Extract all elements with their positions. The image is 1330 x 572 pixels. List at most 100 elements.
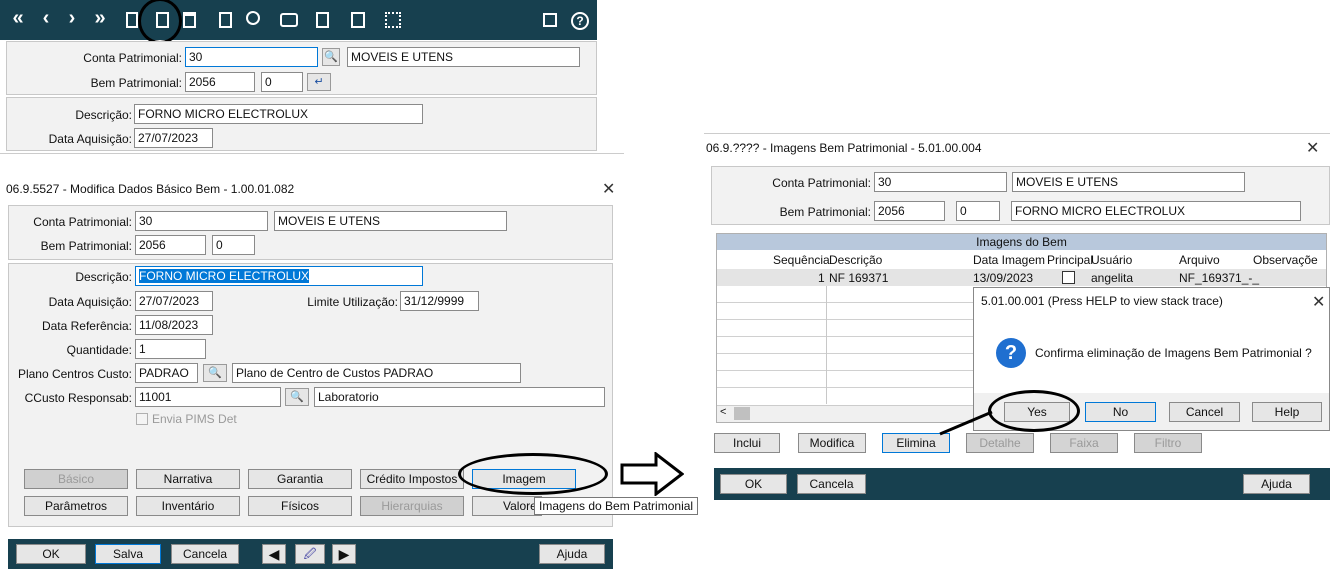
right-bem-label: Bem Patrimonial: [779, 205, 871, 219]
left-dialog-close-icon[interactable]: ✕ [602, 179, 615, 199]
first-record-icon[interactable]: « [6, 8, 30, 28]
last-record-icon[interactable]: » [88, 8, 112, 28]
document-icon[interactable] [219, 12, 232, 28]
help-icon[interactable]: ? [571, 12, 589, 30]
help-button[interactable]: Help [1252, 402, 1322, 422]
right-dialog-close-icon[interactable]: ✕ [1306, 138, 1319, 158]
left-descricao-field[interactable]: FORNO MICRO ELECTROLUX [135, 266, 423, 286]
no-button[interactable]: No [1085, 402, 1156, 422]
col-arquivo[interactable]: Arquivo [1179, 253, 1220, 267]
bg-conta-search-button[interactable]: 🔍 [322, 48, 340, 66]
tab-basico[interactable]: Básico [24, 469, 128, 489]
row-descricao: NF 169371 [829, 271, 889, 285]
col-usuario[interactable]: Usuário [1091, 253, 1132, 267]
tab-valores[interactable]: Valore [472, 496, 542, 516]
cancel-button[interactable]: Cancel [1169, 402, 1240, 422]
left-data-aquisicao-label: Data Aquisição: [48, 295, 132, 309]
col-principal[interactable]: Principal [1047, 253, 1093, 267]
flow-arrow-icon [620, 452, 684, 496]
message-box-close-icon[interactable]: ✕ [1312, 292, 1325, 312]
right-ok-button[interactable]: OK [720, 474, 787, 494]
filtro-button[interactable]: Filtro [1134, 433, 1202, 453]
bg-data-aquisicao-field[interactable]: 27/07/2023 [134, 128, 213, 148]
scroll-left-icon[interactable]: < [720, 406, 726, 418]
right-ajuda-button[interactable]: Ajuda [1243, 474, 1310, 494]
tab-garantia[interactable]: Garantia [248, 469, 352, 489]
col-descricao[interactable]: Descrição [829, 253, 882, 267]
question-icon: ? [996, 338, 1026, 368]
left-descricao-selected-text: FORNO MICRO ELECTROLUX [139, 269, 310, 283]
highlight-edit-icon [138, 0, 182, 44]
tooltip: Imagens do Bem Patrimonial [534, 497, 699, 515]
previous-record-icon[interactable]: ‹ [34, 8, 58, 28]
right-conta-field[interactable]: 30 [874, 172, 1007, 192]
grid-divider [826, 286, 827, 404]
left-limite-field[interactable]: 31/12/9999 [400, 291, 479, 311]
left-plano-label: Plano Centros Custo: [17, 367, 132, 381]
col-observacoes[interactable]: Observaçõe [1253, 253, 1318, 267]
delete-icon[interactable] [183, 12, 196, 28]
left-envia-checkbox[interactable] [136, 413, 148, 425]
left-ccusto-field[interactable]: 11001 [135, 387, 281, 407]
exit-icon[interactable] [543, 13, 557, 27]
left-limite-label: Limite Utilização: [307, 295, 398, 309]
left-ccusto-desc: Laboratorio [314, 387, 605, 407]
faixa-button[interactable]: Faixa [1050, 433, 1118, 453]
print-icon[interactable] [280, 13, 298, 27]
row-principal-checkbox[interactable] [1062, 271, 1075, 284]
prev-arrow-button[interactable]: ◀ [262, 544, 286, 564]
col-sequencia[interactable]: Sequência [773, 253, 830, 267]
image-icon[interactable] [351, 12, 365, 28]
tab-credito-impostos[interactable]: Crédito Impostos [360, 469, 464, 489]
left-data-aquisicao-field[interactable]: 27/07/2023 [135, 291, 213, 311]
search-icon[interactable] [246, 11, 260, 25]
building-icon[interactable] [385, 12, 401, 28]
left-quantidade-field[interactable]: 1 [135, 339, 206, 359]
left-ajuda-button[interactable]: Ajuda [539, 544, 605, 564]
tab-inventario[interactable]: Inventário [136, 496, 240, 516]
left-bem-field[interactable]: 2056 [135, 235, 206, 255]
bg-bem-seq-field[interactable]: 0 [261, 72, 303, 92]
images-grid-title: Imagens do Bem [717, 234, 1326, 250]
elimina-button[interactable]: Elimina [882, 433, 950, 453]
left-salva-button[interactable]: Salva [95, 544, 161, 564]
row-seq: 1 [818, 271, 825, 285]
left-plano-search-button[interactable]: 🔍 [203, 364, 227, 382]
detalhe-button[interactable]: Detalhe [966, 433, 1034, 453]
left-quantidade-label: Quantidade: [66, 343, 132, 357]
right-cancela-button[interactable]: Cancela [797, 474, 866, 494]
tab-hierarquias[interactable]: Hierarquias [360, 496, 464, 516]
message-text: Confirma eliminação de Imagens Bem Patri… [1035, 346, 1312, 360]
left-plano-field[interactable]: PADRAO [135, 363, 198, 383]
left-data-ref-field[interactable]: 11/08/2023 [135, 315, 213, 335]
left-bem-label: Bem Patrimonial: [40, 239, 132, 253]
bg-enter-button[interactable]: ↵ [307, 73, 331, 91]
tab-narrativa[interactable]: Narrativa [136, 469, 240, 489]
left-cancela-button[interactable]: Cancela [171, 544, 239, 564]
bg-descricao-field[interactable]: FORNO MICRO ELECTROLUX [134, 104, 423, 124]
next-arrow-button[interactable]: ▶ [332, 544, 356, 564]
tab-fisicos[interactable]: Físicos [248, 496, 352, 516]
right-bem-seq-field[interactable]: 0 [956, 201, 1000, 221]
grid-hscrollbar[interactable] [717, 405, 975, 422]
left-conta-field[interactable]: 30 [135, 211, 268, 231]
left-ccusto-label: CCusto Responsab: [24, 391, 132, 405]
left-bem-seq-field[interactable]: 0 [212, 235, 255, 255]
left-ccusto-search-button[interactable]: 🔍 [285, 388, 309, 406]
col-data-imagem[interactable]: Data Imagem [973, 253, 1045, 267]
clip-icon[interactable]: 🖉 [295, 544, 325, 564]
highlight-yes-button [988, 390, 1080, 432]
modifica-button[interactable]: Modifica [798, 433, 866, 453]
new-icon[interactable] [126, 12, 138, 28]
copy-icon[interactable] [316, 12, 329, 28]
next-record-icon[interactable]: › [60, 8, 84, 28]
left-plano-desc: Plano de Centro de Custos PADRAO [232, 363, 521, 383]
right-bem-field[interactable]: 2056 [874, 201, 945, 221]
left-ok-button[interactable]: OK [16, 544, 86, 564]
tab-parametros[interactable]: Parâmetros [24, 496, 128, 516]
bg-conta-field[interactable]: 30 [185, 47, 318, 67]
inclui-button[interactable]: Inclui [714, 433, 780, 453]
scroll-thumb[interactable] [734, 407, 750, 420]
left-descricao-label: Descrição: [75, 270, 132, 284]
bg-bem-field[interactable]: 2056 [185, 72, 255, 92]
